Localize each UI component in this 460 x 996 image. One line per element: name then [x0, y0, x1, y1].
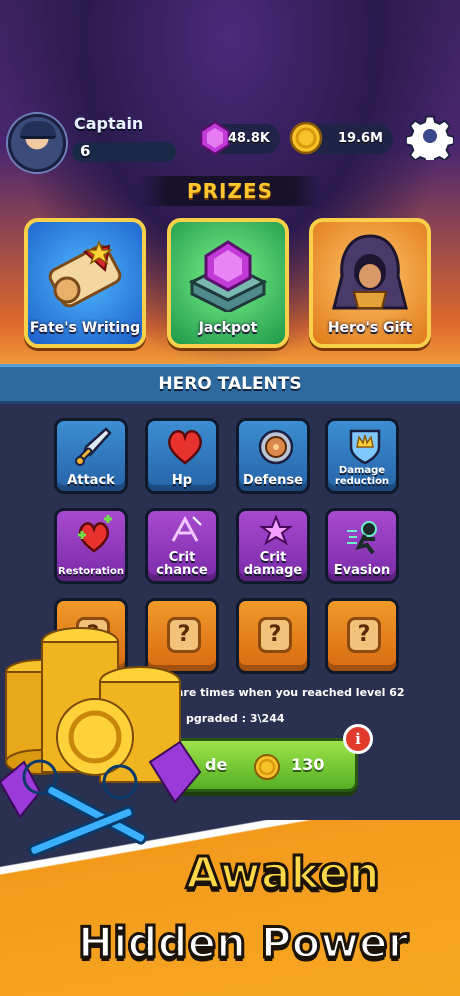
coin-amount: 19.6M: [337, 131, 383, 146]
promo-slogan-line1: Awaken: [185, 847, 382, 901]
talent-defense[interactable]: Defense: [236, 418, 310, 494]
evasion-icon: [347, 521, 377, 555]
talent-restoration[interactable]: Restoration: [54, 508, 128, 584]
crit-damage-icon: [259, 515, 293, 545]
gem-chest-icon: [188, 240, 268, 312]
talent-locked[interactable]: ?: [325, 598, 399, 674]
crown-shield-icon: [349, 429, 381, 465]
prize-heros-gift[interactable]: Hero's Gift: [309, 218, 431, 348]
talent-evasion[interactable]: Evasion: [325, 508, 399, 584]
prize-label: Fate's Writing: [29, 320, 141, 336]
hooded-hero-icon: [332, 234, 408, 310]
prize-label: Hero's Gift: [327, 320, 413, 336]
talent-locked[interactable]: ?: [236, 598, 310, 674]
prize-jackpot[interactable]: Jackpot: [167, 218, 289, 348]
heart-icon: [168, 430, 202, 465]
talent-hp[interactable]: Hp: [145, 418, 219, 494]
talent-label: Crit damage: [243, 550, 303, 578]
prize-label: Jackpot: [198, 320, 258, 336]
locked-question-icon: ?: [258, 617, 292, 653]
coin-and-key-pile-image: [0, 627, 202, 857]
player-name: Captain: [74, 114, 144, 133]
scroll-icon: [48, 239, 122, 308]
level-bar: 6: [72, 142, 176, 162]
settings-gear-icon[interactable]: [406, 112, 454, 160]
sword-icon: [75, 427, 112, 466]
player-level: 6: [80, 142, 91, 160]
talent-label: Damage reduction: [334, 465, 390, 487]
coin-icon: [254, 754, 280, 780]
coin-counter[interactable]: 19.6M: [289, 121, 393, 155]
upgrade-cost: 130: [291, 755, 325, 774]
healing-heart-icon: [78, 515, 112, 553]
talent-label: Evasion: [333, 563, 391, 578]
talent-crit-damage[interactable]: Crit damage: [236, 508, 310, 584]
shield-icon: [258, 429, 294, 465]
avatar-hat: [20, 121, 56, 139]
crit-chance-icon: [171, 515, 202, 542]
promo-slogan-line2: Hidden Power: [76, 917, 409, 969]
talent-label: Hp: [171, 473, 193, 488]
prizes-title: PRIZES: [140, 176, 320, 206]
talent-damage-reduction[interactable]: Damage reduction: [325, 418, 399, 494]
gem-counter[interactable]: 48.8K: [199, 120, 280, 156]
player-profile[interactable]: Captain 6: [8, 112, 188, 174]
info-icon[interactable]: i: [343, 724, 373, 754]
talent-label: Defense: [243, 473, 303, 488]
talent-label: Attack: [67, 473, 115, 488]
coin-icon: [289, 121, 323, 155]
avatar[interactable]: [8, 114, 66, 172]
talent-label: Crit chance: [156, 550, 208, 578]
talent-label: Restoration: [58, 566, 124, 577]
talent-attack[interactable]: Attack: [54, 418, 128, 494]
talent-crit-chance[interactable]: Crit chance: [145, 508, 219, 584]
gem-amount: 48.8K: [227, 131, 270, 146]
prize-fates-writing[interactable]: Fate's Writing: [24, 218, 146, 348]
locked-question-icon: ?: [347, 617, 381, 653]
hero-talents-title: HERO TALENTS: [0, 364, 460, 404]
